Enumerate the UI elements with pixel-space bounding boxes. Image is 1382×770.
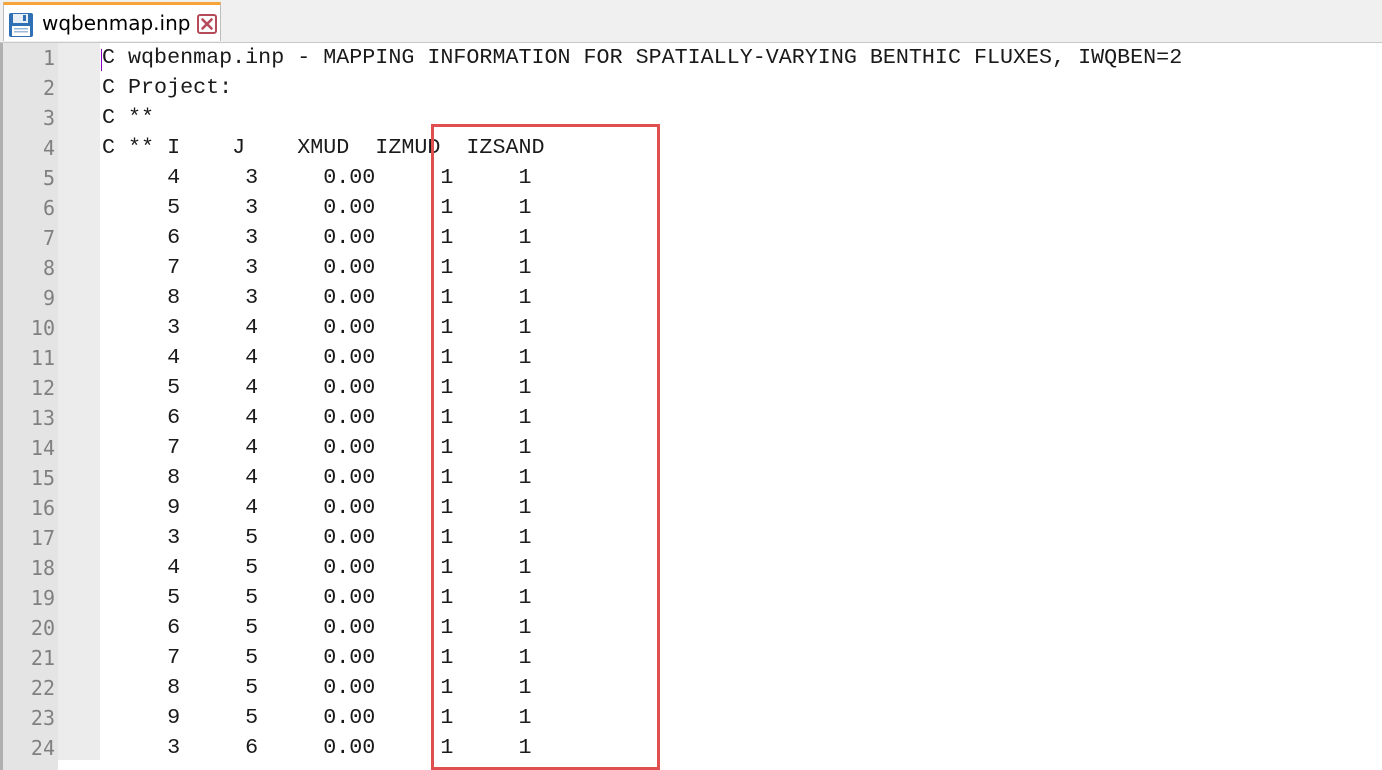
line-number: 12 [30,376,55,400]
text-caret [101,49,102,71]
notepad-editor-window: wqbenmap.inp 1 C wqbenmap.inp - MAPPING I… [0,0,1382,770]
code-line[interactable]: 17 3 5 0.00 1 1 [0,523,1382,553]
line-number: 2 [42,76,55,100]
line-number: 15 [30,466,55,490]
line-text[interactable]: C ** [102,103,154,133]
line-text[interactable]: 6 3 0.00 1 1 [102,223,531,253]
line-text[interactable]: 4 3 0.00 1 1 [102,163,531,193]
line-text[interactable]: 7 4 0.00 1 1 [102,433,531,463]
line-text[interactable]: 4 4 0.00 1 1 [102,343,531,373]
save-icon [9,13,33,37]
editor-lines: 1 C wqbenmap.inp - MAPPING INFORMATION FO… [0,43,1382,763]
tab-title: wqbenmap.inp [42,11,191,35]
code-line[interactable]: 11 4 4 0.00 1 1 [0,343,1382,373]
close-icon[interactable] [197,14,217,34]
code-line[interactable]: 7 6 3 0.00 1 1 [0,223,1382,253]
line-number: 17 [30,526,55,550]
line-number: 20 [30,616,55,640]
line-number: 13 [30,406,55,430]
line-number: 1 [42,46,55,70]
line-text[interactable]: C wqbenmap.inp - MAPPING INFORMATION FOR… [102,43,1182,73]
line-text[interactable]: 4 5 0.00 1 1 [102,553,531,583]
code-line[interactable]: 15 8 4 0.00 1 1 [0,463,1382,493]
code-line[interactable]: 18 4 5 0.00 1 1 [0,553,1382,583]
line-text[interactable]: C Project: [102,73,232,103]
code-line[interactable]: 2 C Project: [0,73,1382,103]
line-text[interactable]: 5 3 0.00 1 1 [102,193,531,223]
code-line[interactable]: 19 5 5 0.00 1 1 [0,583,1382,613]
tab-bar: wqbenmap.inp [0,0,1382,43]
line-number: 21 [30,646,55,670]
line-number: 24 [30,736,55,760]
code-line[interactable]: 13 6 4 0.00 1 1 [0,403,1382,433]
line-text[interactable]: 7 5 0.00 1 1 [102,643,531,673]
line-number: 8 [42,256,55,280]
line-text[interactable]: 8 5 0.00 1 1 [102,673,531,703]
line-number: 23 [30,706,55,730]
line-text[interactable]: 5 4 0.00 1 1 [102,373,531,403]
code-line[interactable]: 21 7 5 0.00 1 1 [0,643,1382,673]
code-line[interactable]: 14 7 4 0.00 1 1 [0,433,1382,463]
line-number: 5 [42,166,55,190]
code-line[interactable]: 6 5 3 0.00 1 1 [0,193,1382,223]
line-number: 22 [30,676,55,700]
line-number: 6 [42,196,55,220]
code-line[interactable]: 8 7 3 0.00 1 1 [0,253,1382,283]
code-line[interactable]: 9 8 3 0.00 1 1 [0,283,1382,313]
line-text[interactable]: 8 4 0.00 1 1 [102,463,531,493]
line-number: 19 [30,586,55,610]
line-number: 10 [30,316,55,340]
line-text[interactable]: 3 6 0.00 1 1 [102,733,531,763]
code-line[interactable]: 16 9 4 0.00 1 1 [0,493,1382,523]
line-text[interactable]: 8 3 0.00 1 1 [102,283,531,313]
line-number: 4 [42,136,55,160]
text-editor[interactable]: 1 C wqbenmap.inp - MAPPING INFORMATION FO… [0,43,1382,770]
code-line[interactable]: 22 8 5 0.00 1 1 [0,673,1382,703]
line-text[interactable]: 9 5 0.00 1 1 [102,703,531,733]
line-number: 16 [30,496,55,520]
code-line[interactable]: 12 5 4 0.00 1 1 [0,373,1382,403]
code-line[interactable]: 10 3 4 0.00 1 1 [0,313,1382,343]
line-text[interactable]: C ** I J XMUD IZMUD IZSAND [102,133,545,163]
line-text[interactable]: 9 4 0.00 1 1 [102,493,531,523]
line-number: 7 [42,226,55,250]
code-line[interactable]: 3 C ** [0,103,1382,133]
line-number: 14 [30,436,55,460]
line-number: 11 [30,346,55,370]
code-line[interactable]: 23 9 5 0.00 1 1 [0,703,1382,733]
code-line[interactable]: 20 6 5 0.00 1 1 [0,613,1382,643]
line-number: 18 [30,556,55,580]
code-line[interactable]: 24 3 6 0.00 1 1 [0,733,1382,763]
line-text[interactable]: 3 5 0.00 1 1 [102,523,531,553]
tab-wqbenmap[interactable]: wqbenmap.inp [3,2,221,41]
line-text[interactable]: 5 5 0.00 1 1 [102,583,531,613]
line-number: 9 [42,286,55,310]
line-text[interactable]: 7 3 0.00 1 1 [102,253,531,283]
code-line[interactable]: 5 4 3 0.00 1 1 [0,163,1382,193]
code-line[interactable]: 1 C wqbenmap.inp - MAPPING INFORMATION FO… [0,43,1382,73]
line-text[interactable]: 6 5 0.00 1 1 [102,613,531,643]
line-number: 3 [42,106,55,130]
line-text[interactable]: 6 4 0.00 1 1 [102,403,531,433]
line-text[interactable]: 3 4 0.00 1 1 [102,313,531,343]
code-line[interactable]: 4 C ** I J XMUD IZMUD IZSAND [0,133,1382,163]
